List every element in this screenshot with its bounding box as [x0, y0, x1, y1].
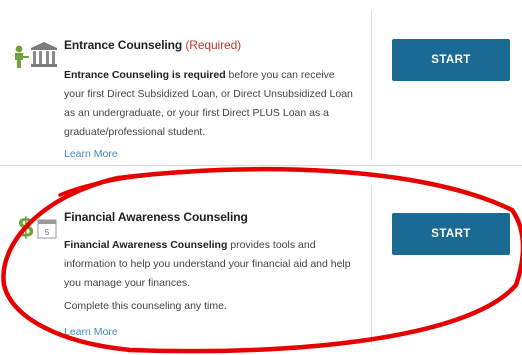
- dollar-calendar-icon: $ 5: [18, 210, 60, 251]
- entrance-learn-more-link[interactable]: Learn More: [64, 148, 118, 160]
- entrance-counseling-title: Entrance Counseling (Required): [64, 38, 241, 52]
- financial-awareness-card: $ 5 Financial Awareness Counseling Finan…: [0, 166, 522, 355]
- entrance-start-button[interactable]: START: [392, 39, 510, 81]
- financial-start-button[interactable]: START: [392, 213, 510, 255]
- entrance-description: Entrance Counseling is required before y…: [64, 66, 354, 142]
- svg-text:$: $: [18, 212, 34, 243]
- building-with-person-icon: [12, 40, 58, 75]
- financial-title-text: Financial Awareness Counseling: [64, 210, 248, 224]
- financial-desc-bold: Financial Awareness Counseling: [64, 239, 228, 251]
- vertical-divider: [371, 10, 372, 160]
- required-tag: (Required): [185, 38, 242, 52]
- anytime-note: Complete this counseling any time.: [64, 300, 227, 312]
- vertical-divider: [371, 185, 372, 345]
- entrance-desc-bold: Entrance Counseling is required: [64, 69, 226, 81]
- entrance-counseling-card: Entrance Counseling (Required) Entrance …: [0, 0, 522, 165]
- financial-learn-more-link[interactable]: Learn More: [64, 326, 118, 338]
- financial-awareness-title: Financial Awareness Counseling: [64, 210, 248, 224]
- calendar-day: 5: [45, 228, 50, 237]
- entrance-title-text: Entrance Counseling: [64, 38, 183, 52]
- financial-description: Financial Awareness Counseling provides …: [64, 236, 354, 293]
